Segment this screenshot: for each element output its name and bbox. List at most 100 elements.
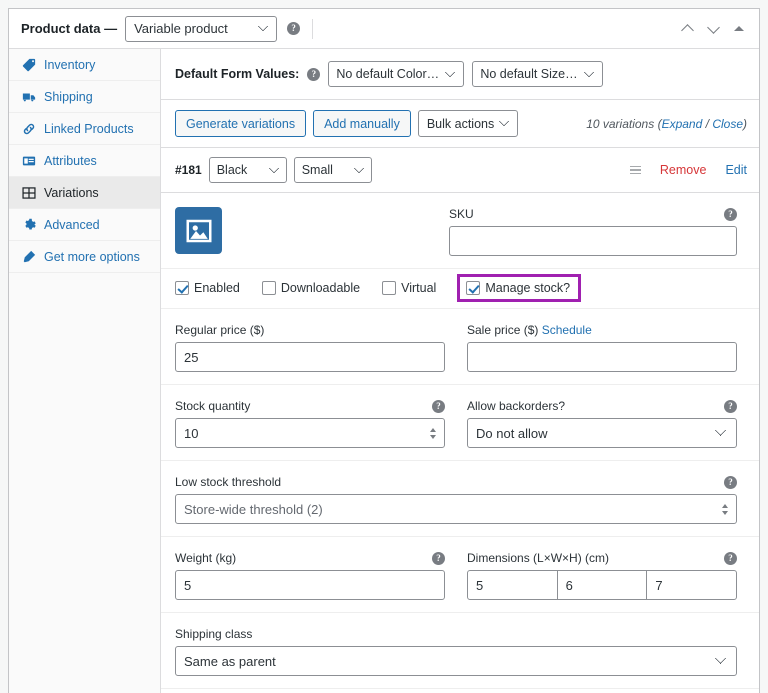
product-data-screen: Product data — Variable product ? Invent…	[0, 0, 768, 693]
variations-toolbar: Generate variations Add manually Bulk ac…	[161, 100, 759, 148]
product-data-body: Inventory Shipping Linked Products Attri…	[9, 49, 759, 693]
shipping-class-select[interactable]: Same as parent	[175, 646, 737, 676]
virtual-checkbox[interactable]: Virtual	[382, 281, 436, 295]
sidebar-item-label: Variations	[44, 185, 99, 200]
shipping-class-label-row: Shipping class	[175, 627, 737, 641]
regular-price-label: Regular price ($)	[175, 323, 265, 337]
variations-count: 10 variations (Expand / Close)	[586, 117, 747, 131]
regular-price-label-row: Regular price ($)	[175, 323, 445, 337]
edit-variation-link[interactable]: Edit	[725, 163, 747, 177]
sku-label-row: SKU ?	[449, 207, 737, 221]
help-icon[interactable]: ?	[432, 399, 445, 413]
sidebar-item-advanced[interactable]: Advanced	[9, 209, 160, 241]
sidebar-item-attributes[interactable]: Attributes	[9, 145, 160, 177]
help-icon[interactable]: ?	[724, 399, 737, 413]
weight-label-row: Weight (kg) ?	[175, 551, 445, 565]
move-up-icon[interactable]	[677, 19, 697, 39]
move-down-icon[interactable]	[703, 19, 723, 39]
product-data-header: Product data — Variable product ?	[9, 9, 759, 49]
drag-handle-icon[interactable]	[629, 165, 641, 175]
tag-icon	[22, 58, 36, 72]
help-icon[interactable]: ?	[307, 67, 321, 81]
dimension-length-input[interactable]	[467, 570, 558, 600]
help-icon[interactable]: ?	[724, 475, 737, 489]
link-icon	[22, 122, 36, 136]
truck-icon	[22, 90, 36, 104]
variation-size-select[interactable]: Small	[293, 157, 372, 183]
stock-quantity-cell: Stock quantity ?	[175, 399, 445, 448]
backorders-select[interactable]: Do not allow	[467, 418, 737, 448]
downloadable-label: Downloadable	[280, 281, 361, 295]
sale-price-label-wrap: Sale price ($) Schedule	[467, 323, 737, 337]
bulk-actions-select[interactable]: Bulk actions	[417, 110, 518, 137]
close-link[interactable]: Close	[712, 117, 743, 131]
sidebar-item-variations[interactable]: Variations	[9, 177, 160, 209]
image-placeholder-icon[interactable]	[175, 207, 222, 254]
regular-price-input[interactable]	[175, 342, 445, 372]
sidebar-item-label: Advanced	[44, 217, 100, 232]
enabled-label: Enabled	[194, 281, 240, 295]
sidebar-item-label: Get more options	[44, 249, 140, 264]
variation-color-select[interactable]: Black	[208, 157, 287, 183]
manage-stock-label: Manage stock?	[485, 281, 571, 295]
low-stock-section: Low stock threshold ?	[161, 461, 759, 537]
virtual-checkbox-input[interactable]	[382, 281, 397, 295]
schedule-sale-link[interactable]: Schedule	[542, 323, 592, 337]
sidebar-item-label: Inventory	[44, 57, 96, 72]
shipping-class-section: Shipping class Same as parent	[161, 613, 759, 689]
dimensions-cell: Dimensions (L×W×H) (cm) ?	[467, 551, 738, 600]
stock-quantity-label-row: Stock quantity ?	[175, 399, 445, 413]
weight-dimensions-section: Weight (kg) ? Dimensions (L×W×H) (cm) ?	[161, 537, 759, 613]
downloadable-checkbox[interactable]: Downloadable	[261, 281, 361, 295]
sidebar-item-linked-products[interactable]: Linked Products	[9, 113, 160, 145]
toggle-panel-icon[interactable]	[729, 19, 749, 39]
expand-link[interactable]: Expand	[662, 117, 703, 131]
enabled-checkbox-input[interactable]	[175, 281, 189, 295]
sale-price-label-row: Sale price ($) Schedule	[467, 323, 737, 337]
sidebar-item-get-more-options[interactable]: Get more options	[9, 241, 160, 273]
variations-count-text: 10 variations	[586, 116, 655, 131]
virtual-label: Virtual	[401, 281, 437, 295]
sidebar-item-inventory[interactable]: Inventory	[9, 49, 160, 81]
megaphone-icon	[22, 250, 36, 264]
manage-stock-checkbox[interactable]: Manage stock?	[457, 274, 582, 302]
sku-input[interactable]	[449, 226, 737, 256]
remove-variation-link[interactable]: Remove	[660, 163, 707, 177]
sidebar-item-shipping[interactable]: Shipping	[9, 81, 160, 113]
weight-input[interactable]	[175, 570, 445, 600]
count-separator: /	[705, 116, 709, 131]
list-icon	[22, 154, 36, 168]
backorders-label-row: Allow backorders? ?	[467, 399, 737, 413]
variations-panel: Default Form Values: ? No default Color……	[161, 49, 759, 693]
stock-section: Stock quantity ? 10 Allow backorders? ? …	[161, 385, 759, 461]
sku-label: SKU	[449, 207, 474, 221]
low-stock-label-row: Low stock threshold ?	[175, 475, 737, 489]
default-color-select[interactable]: No default Color…	[328, 61, 465, 87]
help-icon[interactable]: ?	[724, 207, 737, 221]
variation-image-cell	[175, 207, 427, 254]
generate-variations-button[interactable]: Generate variations	[175, 110, 307, 137]
backorders-cell: Allow backorders? ? Do not allow	[467, 399, 737, 448]
dimensions-label-row: Dimensions (L×W×H) (cm) ?	[467, 551, 737, 565]
dimensions-inputs	[467, 570, 738, 600]
stock-quantity-input[interactable]	[175, 418, 445, 448]
default-size-select[interactable]: No default Size…	[472, 61, 604, 87]
help-icon[interactable]: ?	[287, 22, 301, 35]
product-type-select[interactable]: Variable product	[125, 15, 278, 42]
manage-stock-checkbox-input[interactable]	[466, 281, 481, 295]
add-manually-button[interactable]: Add manually	[313, 110, 411, 137]
dimension-height-input[interactable]	[646, 570, 738, 600]
downloadable-checkbox-input[interactable]	[261, 281, 276, 295]
low-stock-input[interactable]	[175, 494, 737, 524]
regular-price-cell: Regular price ($)	[175, 323, 445, 372]
variation-row-header: #181 Black Small Remove Edit	[161, 148, 759, 193]
enabled-checkbox[interactable]: Enabled	[175, 281, 240, 295]
sale-price-input[interactable]	[467, 342, 737, 372]
dimension-width-input[interactable]	[556, 570, 648, 600]
variation-flags-row: Enabled Downloadable Virtual Manage stoc…	[161, 269, 759, 309]
stock-quantity-label: Stock quantity	[175, 399, 251, 413]
variation-form: SKU ? Enabled Downloadable Virtual Manag…	[161, 193, 759, 693]
prices-section: Regular price ($) Sale price ($) Schedul…	[161, 309, 759, 385]
help-icon[interactable]: ?	[432, 551, 445, 565]
help-icon[interactable]: ?	[724, 551, 737, 565]
